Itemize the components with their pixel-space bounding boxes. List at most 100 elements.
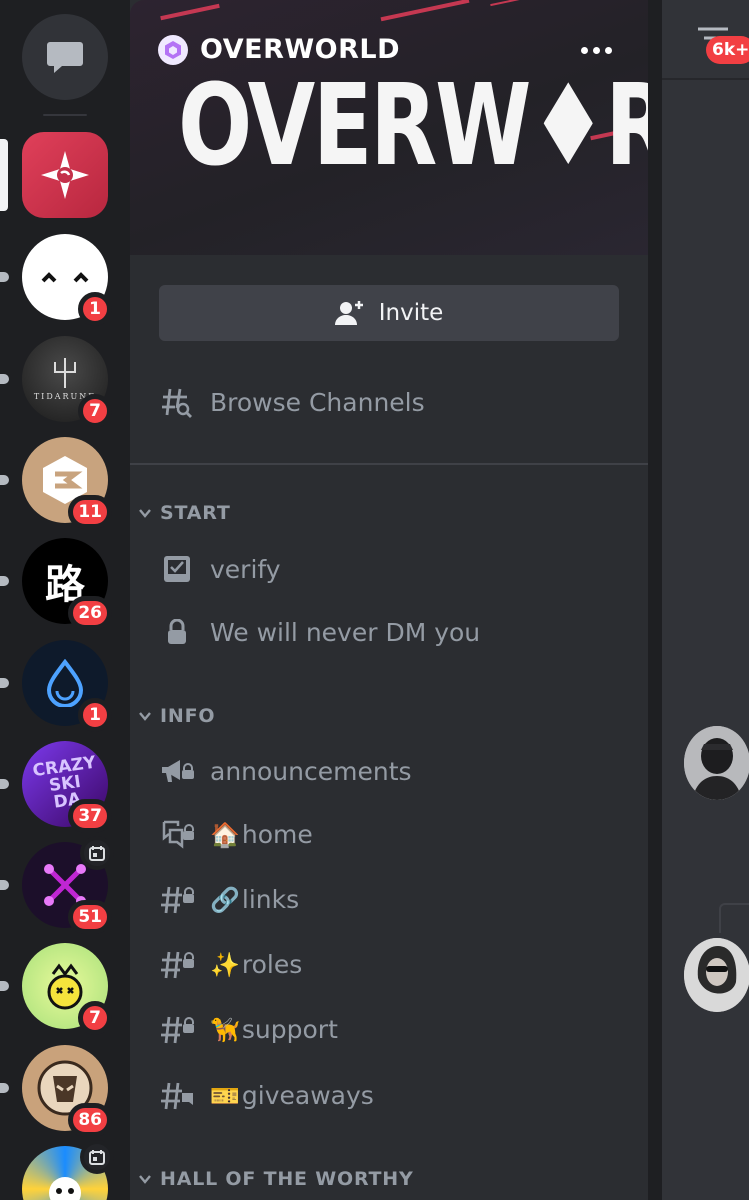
server-helmet[interactable]: 86	[0, 1045, 112, 1137]
server-crown-face[interactable]: 7	[0, 943, 112, 1035]
category-start[interactable]: START	[130, 498, 648, 528]
channel-name: support	[241, 1014, 338, 1044]
server-cartoon[interactable]	[22, 1140, 114, 1200]
more-dot	[580, 46, 588, 54]
category-hall-of-the-worthy[interactable]: HALL OF THE WORTHY	[130, 1164, 648, 1194]
mention-badge: 1	[78, 698, 112, 732]
channel-name: home	[241, 819, 313, 849]
mention-badge: 51	[68, 900, 112, 934]
channel-emoji: ✨	[210, 950, 240, 979]
chat-bubble-icon	[47, 42, 83, 73]
channel-label: 🦮support	[210, 1015, 338, 1044]
forum-lock-icon	[160, 817, 194, 851]
channel-label: 🏠home	[210, 820, 313, 849]
chevron-down-icon	[139, 509, 151, 518]
announcement-lock-icon	[160, 754, 194, 788]
event-badge	[80, 1140, 114, 1174]
mention-badge: 11	[68, 495, 112, 529]
server-crazy-ski-day[interactable]: CRAZY SKI DA 37	[0, 741, 112, 833]
server-name: OVERWORLD	[200, 34, 400, 65]
channel-emoji: 🦮	[210, 1015, 240, 1044]
server-sleepy-face[interactable]: 1	[0, 234, 112, 326]
chat-area: 6k+	[662, 0, 749, 1200]
category-name: START	[160, 502, 231, 524]
server-e-logo[interactable]: 11	[0, 437, 112, 529]
server-banner[interactable]: OVERW♦RLD OVERWORLD	[130, 0, 648, 255]
user-avatar[interactable]	[684, 726, 749, 800]
server-lu[interactable]: 路 26	[0, 538, 112, 630]
calendar-icon	[89, 846, 105, 861]
category-info[interactable]: INFO	[130, 701, 648, 731]
mention-badge: 37	[68, 799, 112, 833]
invite-button[interactable]: Invite	[159, 285, 619, 341]
mention-badge: 1	[78, 292, 112, 326]
channel-links[interactable]: 🔗links	[130, 872, 648, 926]
more-dot	[592, 46, 600, 54]
more-options-button[interactable]	[578, 36, 614, 64]
browse-channels-row[interactable]: Browse Channels	[130, 375, 648, 429]
channel-name: roles	[241, 949, 303, 979]
chevron-down-icon	[139, 712, 151, 721]
channel-never-dm[interactable]: We will never DM you	[130, 605, 648, 659]
channel-emoji: 🏠	[210, 820, 240, 849]
category-name: HALL OF THE WORTHY	[160, 1168, 414, 1190]
channel-announcements[interactable]: announcements	[130, 744, 648, 798]
channel-name: verify	[210, 554, 281, 584]
mention-badge: 7	[78, 1001, 112, 1035]
server-header[interactable]: OVERWORLD	[158, 34, 400, 65]
server-purple-x[interactable]: 51	[0, 836, 114, 934]
reply-connector	[719, 903, 749, 933]
hashtag-lock-icon	[160, 947, 194, 981]
boost-icon	[158, 34, 188, 65]
channel-emoji: 🎫	[210, 1081, 240, 1110]
channel-emoji: 🔗	[210, 885, 240, 914]
invite-label: Invite	[378, 300, 444, 326]
member-count-badge: 6k+	[706, 36, 749, 64]
mention-badge: 26	[68, 596, 112, 630]
channel-label: 🎫giveaways	[210, 1081, 374, 1110]
rail-separator	[43, 114, 87, 116]
channel-verify[interactable]: verify	[130, 542, 648, 596]
unread-indicator	[0, 576, 9, 586]
channel-support[interactable]: 🦮support	[130, 1002, 648, 1056]
discord-app: 1 TIDARUNE 7 11 路 26 1 CRAZY SKI DA 37 5…	[0, 0, 749, 1200]
unread-indicator	[0, 1083, 9, 1093]
hashtag-lock-icon	[160, 882, 194, 916]
hashtag-thread-icon	[160, 1078, 194, 1112]
channel-name: announcements	[210, 756, 412, 786]
user-avatar[interactable]	[684, 938, 749, 1012]
unread-indicator	[0, 880, 9, 890]
unread-indicator	[0, 272, 9, 282]
unread-indicator	[0, 981, 9, 991]
channel-giveaways[interactable]: 🎫giveaways	[130, 1068, 648, 1122]
active-indicator	[0, 139, 8, 211]
server-overworld[interactable]	[0, 132, 108, 218]
channel-roles[interactable]: ✨roles	[130, 937, 648, 991]
mention-badge: 7	[78, 394, 112, 428]
direct-messages-button[interactable]	[22, 14, 108, 100]
unread-indicator	[0, 374, 9, 384]
unread-indicator	[0, 475, 9, 485]
rules-checkbox-icon	[160, 552, 194, 586]
channel-home[interactable]: 🏠home	[130, 807, 648, 861]
channel-name: giveaways	[241, 1080, 374, 1110]
server-rail: 1 TIDARUNE 7 11 路 26 1 CRAZY SKI DA 37 5…	[0, 0, 130, 1200]
category-name: INFO	[160, 705, 216, 727]
calendar-icon	[89, 1150, 105, 1165]
unread-indicator	[0, 779, 9, 789]
chevron-down-icon	[139, 1175, 151, 1184]
channel-panel: OVERW♦RLD OVERWORLD Invite Browse Channe…	[130, 0, 648, 1200]
more-dot	[604, 46, 612, 54]
section-divider	[130, 463, 648, 465]
browse-channels-label: Browse Channels	[210, 387, 425, 417]
browse-channels-icon	[160, 385, 194, 419]
hashtag-lock-icon	[160, 1012, 194, 1046]
banner-logo: OVERW♦RLD	[178, 61, 648, 191]
channel-name: We will never DM you	[210, 617, 481, 647]
channel-label: ✨roles	[210, 950, 302, 979]
event-badge	[80, 836, 114, 870]
overworld-icon	[22, 132, 108, 218]
server-tidarune[interactable]: TIDARUNE 7	[0, 336, 112, 428]
chat-header: 6k+	[662, 0, 749, 80]
server-sui[interactable]: 1	[0, 640, 112, 732]
